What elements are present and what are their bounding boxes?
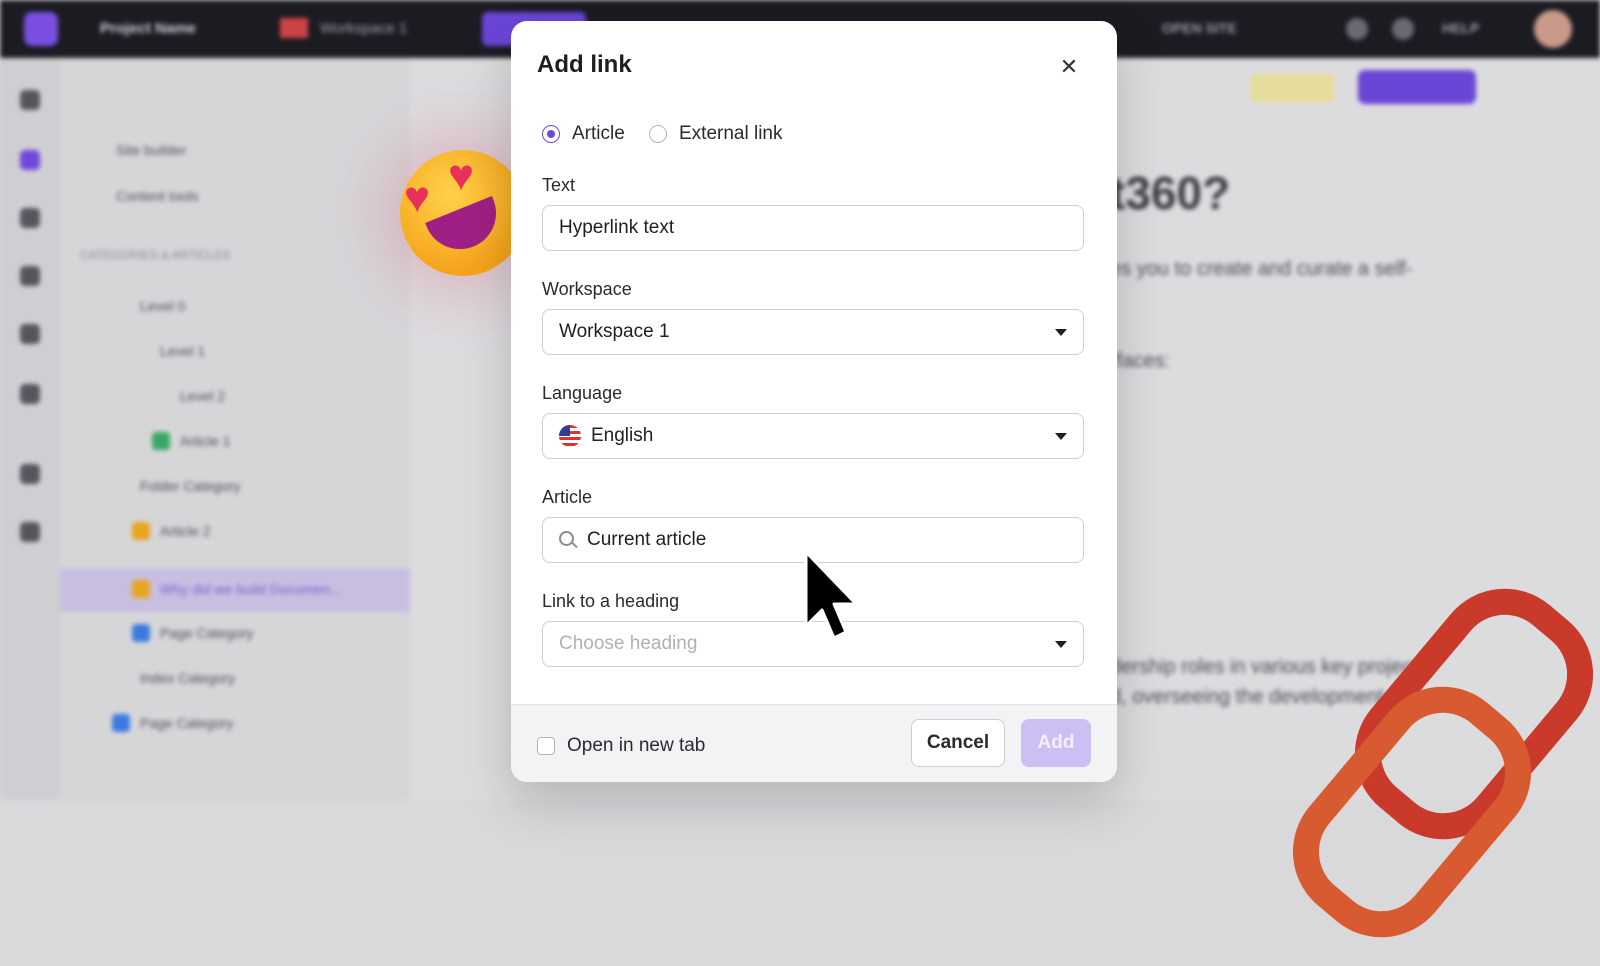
radio-unselected-icon — [649, 125, 667, 143]
cancel-button[interactable]: Cancel — [911, 719, 1005, 767]
add-button[interactable]: Add — [1021, 719, 1091, 767]
section-title: CATEGORIES & ARTICLES — [80, 248, 231, 262]
search-icon — [1346, 18, 1368, 40]
checkbox-label: Open in new tab — [567, 735, 706, 756]
article-title: t360? — [1110, 167, 1231, 219]
dialog-footer: Open in new tab Cancel Add — [511, 704, 1117, 782]
article-icon — [152, 432, 170, 450]
close-icon: ✕ — [1059, 54, 1079, 79]
heading-label: Link to a heading — [542, 591, 680, 611]
language-select[interactable]: English — [542, 413, 1084, 459]
tree-item: Article 1 — [180, 433, 231, 449]
text-label: Text — [542, 175, 576, 195]
rail-icon — [20, 90, 40, 110]
tree-item: Page Category — [140, 715, 234, 731]
icon-rail — [0, 58, 60, 800]
text-input-value: Hyperlink text — [559, 217, 675, 238]
publish-button — [1358, 70, 1476, 104]
article-value: Current article — [587, 529, 707, 550]
rail-icon — [20, 384, 40, 404]
avatar — [1534, 10, 1572, 48]
workspace-label: Workspace — [542, 279, 632, 299]
draft-badge — [1250, 74, 1334, 102]
rail-icon — [20, 208, 40, 228]
page-icon — [112, 714, 130, 732]
caret-down-icon — [1055, 641, 1067, 648]
paragraph: rfaces: — [1110, 350, 1171, 372]
app-logo — [24, 12, 58, 46]
search-icon — [559, 531, 577, 549]
language-label: Language — [542, 383, 623, 403]
open-site-link: OPEN SITE — [1162, 20, 1237, 36]
rail-icon — [20, 150, 40, 170]
rail-icon — [20, 266, 40, 286]
tree-item: Level 1 — [160, 343, 206, 359]
emoji-mouth — [425, 195, 507, 261]
caret-down-icon — [1055, 433, 1067, 440]
tree-item: Level 0 — [140, 298, 186, 314]
radio-label: Article — [572, 123, 625, 144]
heart-eyes-emoji-icon: ♥ ♥ — [400, 150, 526, 276]
language-value: English — [591, 425, 654, 446]
radio-selected-icon — [542, 125, 560, 143]
article-icon — [132, 522, 150, 540]
sidebar-item: Site builder — [116, 142, 187, 158]
flag-icon — [280, 18, 308, 38]
workspace-select[interactable]: Workspace 1 — [542, 309, 1084, 355]
text-input[interactable]: Hyperlink text — [542, 205, 1084, 251]
tree-item: Page Category — [160, 625, 254, 641]
page-icon — [132, 624, 150, 642]
project-name: Project Name — [100, 20, 196, 37]
paragraph: d, overseeing the development of — [1110, 686, 1406, 708]
rail-icon — [20, 522, 40, 542]
mouse-pointer-icon — [804, 550, 858, 640]
sidebar: Site builder Content tools CATEGORIES & … — [60, 58, 411, 800]
rail-icon — [20, 324, 40, 344]
tree-item: Article 2 — [160, 523, 211, 539]
tree-item: Index Category — [140, 670, 235, 686]
workspace-selector: Workspace 1 — [320, 20, 408, 37]
tree-item: Why did we build Documen... — [160, 581, 342, 597]
radio-label: External link — [679, 123, 783, 144]
caret-down-icon — [1055, 329, 1067, 336]
tree-item: Level 2 — [180, 388, 226, 404]
heading-placeholder: Choose heading — [559, 633, 698, 654]
heart-icon: ♥ — [448, 151, 475, 200]
us-flag-icon — [559, 425, 581, 447]
add-link-dialog: Add link ✕ Article External link Text Hy… — [511, 21, 1117, 782]
dialog-title: Add link — [537, 51, 632, 78]
paragraph: dership roles in various key projects — [1110, 656, 1428, 678]
radio-external-link[interactable]: External link — [649, 123, 783, 145]
article-icon — [132, 580, 150, 598]
workspace-value: Workspace 1 — [559, 321, 670, 342]
checkbox-icon — [537, 737, 555, 755]
article-label: Article — [542, 487, 593, 507]
paragraph: es you to create and curate a self- — [1110, 258, 1413, 280]
rail-icon — [20, 464, 40, 484]
help-link: HELP — [1442, 20, 1480, 36]
heart-icon: ♥ — [404, 173, 431, 222]
sidebar-item: Content tools — [116, 188, 199, 204]
close-button[interactable]: ✕ — [1051, 49, 1087, 85]
tree-item: Folder Category — [140, 478, 241, 494]
notification-icon — [1392, 18, 1414, 40]
open-new-tab-checkbox[interactable]: Open in new tab — [537, 735, 705, 757]
radio-article[interactable]: Article — [542, 123, 625, 145]
